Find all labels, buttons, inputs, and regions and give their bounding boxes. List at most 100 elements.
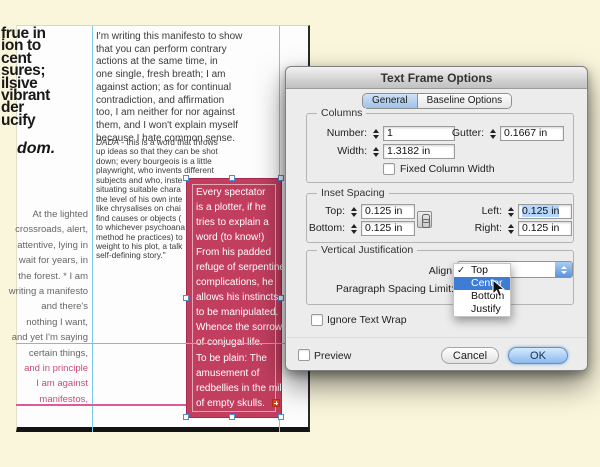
frame-handle-top-left[interactable] <box>183 175 189 181</box>
pink-text-frame[interactable]: Every spectatoris a plotter, if hetries … <box>186 178 282 418</box>
top-field[interactable]: 0.125 in <box>361 204 415 219</box>
text-line: tries to explain a <box>196 215 280 230</box>
text-line: crossroads, alert, <box>0 222 88 237</box>
text-line: refuge of serpentine <box>196 260 280 275</box>
text-line: certain things, <box>0 346 88 361</box>
text-line: one single, fresh breath; I am <box>96 69 282 82</box>
left-label: Left: <box>447 204 502 219</box>
right-stepper[interactable] <box>506 222 515 235</box>
frame-handle-top-center[interactable] <box>229 175 235 181</box>
cancel-button[interactable]: Cancel <box>441 347 499 364</box>
horizontal-guide[interactable] <box>16 343 286 344</box>
dialog-title: Text Frame Options <box>286 67 587 89</box>
left-column-gray-text: At the lightedcrossroads, alert,attentiv… <box>0 207 88 361</box>
text-line: complications, he <box>196 275 280 290</box>
text-line: To be plain: The <box>196 351 280 366</box>
text-line: attentive, lying in <box>0 238 88 253</box>
text-line: against action; as for continual <box>96 82 282 95</box>
frame-handle-bottom-right[interactable] <box>278 414 284 420</box>
text-line: nothing I want, <box>0 315 88 330</box>
text-line: At the lighted <box>0 207 88 222</box>
text-line: redbellies in the mills <box>196 381 280 396</box>
ignore-text-wrap-label: Ignore Text Wrap <box>327 314 407 327</box>
gutter-label: Gutter: <box>425 126 484 141</box>
inset-spacing-group-label: Inset Spacing <box>317 188 389 199</box>
gutter-stepper[interactable] <box>488 127 497 140</box>
gutter-field[interactable]: 0.1667 in <box>500 126 564 141</box>
left-stepper[interactable] <box>506 205 515 218</box>
text-line: of empty skulls. <box>196 396 280 411</box>
frame-handle-bottom-left[interactable] <box>183 414 189 420</box>
pink-frame-text: Every spectatoris a plotter, if hetries … <box>196 185 280 411</box>
frame-handle-top-right[interactable] <box>278 175 284 181</box>
text-line: too, I am neither for nor against <box>96 107 282 120</box>
menu-item-justify[interactable]: Justify <box>454 303 510 316</box>
headline-text-clipped: frue inion tocentsures;ilsivevibrantderu… <box>1 28 50 127</box>
manifesto-paragraph-1: I'm writing this manifesto to showthat y… <box>96 31 282 145</box>
left-column-pink-text: and in principleI am againstmanifestos, <box>0 361 88 407</box>
selected-field-text: 0.125 in <box>522 205 559 217</box>
text-line: Whence the sorrows <box>196 320 280 335</box>
text-line: writing a manifesto <box>0 284 88 299</box>
text-line: manifestos, <box>0 392 88 407</box>
bottom-field[interactable]: 0.125 in <box>361 221 415 236</box>
columns-group: Columns Number: 1 Gutter: 0.1667 in Widt… <box>306 113 574 183</box>
tab-general[interactable]: General <box>363 94 418 108</box>
text-line: allows his instincts <box>196 290 280 305</box>
right-label: Right: <box>447 221 502 236</box>
top-label: Top: <box>299 204 345 219</box>
bottom-stepper[interactable] <box>349 222 358 235</box>
ignore-text-wrap-checkbox[interactable] <box>311 314 323 326</box>
text-line: I'm writing this manifesto to show <box>96 31 282 44</box>
text-line: amusement of <box>196 366 280 381</box>
frame-handle-middle-left[interactable] <box>183 295 189 301</box>
number-stepper[interactable] <box>371 127 380 140</box>
left-field[interactable]: 0.125 in <box>518 204 572 219</box>
text-line: I am against <box>0 376 88 391</box>
width-label: Width: <box>307 144 367 159</box>
tab-baseline-options[interactable]: Baseline Options <box>418 94 512 108</box>
freedom-word: dom. <box>17 140 55 158</box>
text-line: the forest. * I am <box>0 269 88 284</box>
overset-text-port-icon[interactable] <box>272 399 280 407</box>
mouse-cursor-icon <box>492 279 505 303</box>
right-field[interactable]: 0.125 in <box>518 221 572 236</box>
menu-item-label: Justify <box>471 303 501 315</box>
number-label: Number: <box>307 126 367 141</box>
width-field[interactable]: 1.3182 in <box>383 144 455 159</box>
preview-checkbox[interactable] <box>298 349 310 361</box>
frame-handle-bottom-center[interactable] <box>229 414 235 420</box>
column-guide-left[interactable] <box>92 26 93 432</box>
frame-handle-middle-right[interactable] <box>278 295 284 301</box>
text-line: wait for years, in <box>0 253 88 268</box>
menu-item-label: Top <box>471 264 488 276</box>
fixed-column-width-checkbox[interactable] <box>383 163 395 175</box>
text-line: ucify <box>1 115 50 127</box>
columns-group-label: Columns <box>317 108 366 119</box>
popup-stepper-icon <box>555 262 572 277</box>
text-line: is a plotter, if he <box>196 200 280 215</box>
width-stepper[interactable] <box>371 145 380 158</box>
dialog-divider <box>287 337 586 338</box>
vertical-justification-group: Vertical Justification Align: Paragraph … <box>306 250 574 305</box>
text-line: contradiction, and affirmation <box>96 95 282 108</box>
fixed-column-width-label: Fixed Column Width <box>400 163 495 176</box>
text-line: From his padded <box>196 245 280 260</box>
top-stepper[interactable] <box>349 205 358 218</box>
text-line: and in principle <box>0 361 88 376</box>
link-insets-chain-icon[interactable] <box>417 211 432 228</box>
ok-button[interactable]: OK <box>508 347 568 364</box>
checkmark-icon: ✓ <box>457 264 465 277</box>
application-canvas: frue inion tocentsures;ilsivevibrantderu… <box>0 0 600 467</box>
text-line: them, and I won't explain myself <box>96 120 282 133</box>
tab-bar: General Baseline Options <box>362 93 512 109</box>
text-line: to be manipulated. <box>196 305 280 320</box>
menu-item-top[interactable]: ✓ Top <box>454 264 510 277</box>
bottom-label: Bottom: <box>299 221 345 236</box>
text-frame-options-dialog: Text Frame Options General Baseline Opti… <box>285 66 588 371</box>
inset-spacing-group: Inset Spacing Top: 0.125 in Bottom: 0.12… <box>306 193 574 243</box>
vertical-justification-group-label: Vertical Justification <box>317 245 417 256</box>
text-line: word (to know!) <box>196 230 280 245</box>
text-line: actions at the same time, in <box>96 56 282 69</box>
text-line: that you can perform contrary <box>96 44 282 57</box>
